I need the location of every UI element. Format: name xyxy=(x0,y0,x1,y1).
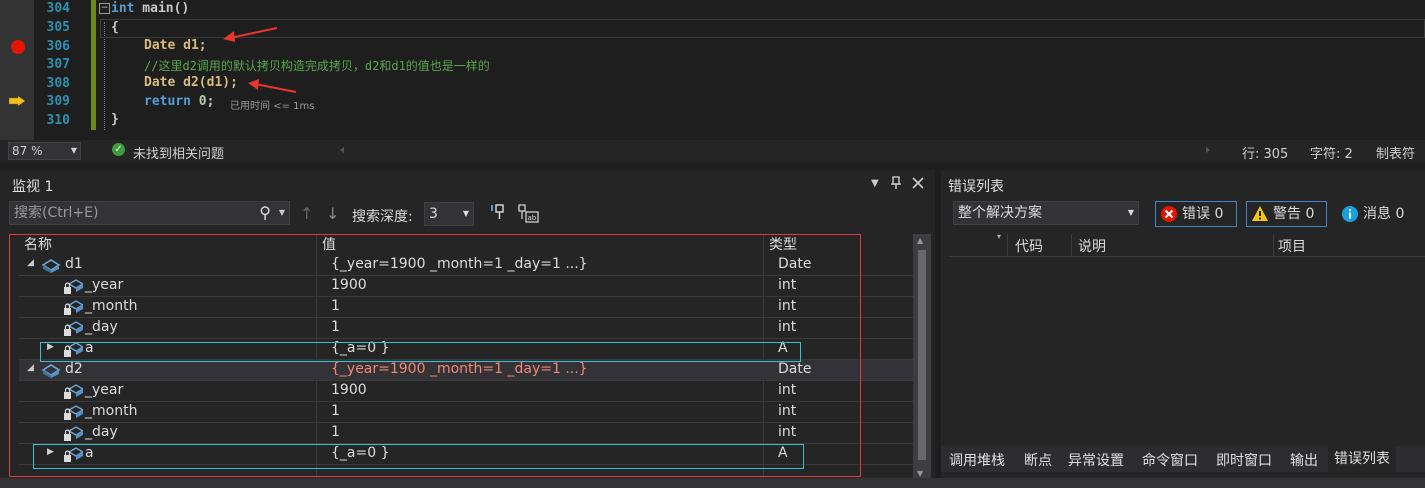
column-header-description[interactable]: 说明 xyxy=(1078,236,1106,256)
sort-icon[interactable]: ▾ xyxy=(997,232,1001,241)
code-text: d2(d1); xyxy=(175,75,238,90)
editor-gutter[interactable] xyxy=(0,0,34,140)
type-name: Date xyxy=(144,38,176,53)
search-previous-icon[interactable]: ↑ xyxy=(300,204,313,223)
annotation-box-cyan xyxy=(40,342,801,362)
error-list-header: ▾ 代码 说明 项目 xyxy=(949,232,1425,257)
line-number: 306 xyxy=(46,39,70,54)
code-line-306[interactable]: Date d1; xyxy=(144,38,207,53)
svg-text:ab: ab xyxy=(528,214,537,222)
search-next-icon[interactable]: ↓ xyxy=(326,204,339,223)
breakpoint-icon[interactable] xyxy=(11,40,25,54)
scope-dropdown[interactable]: 整个解决方案 ▼ xyxy=(953,201,1139,225)
keyword: int xyxy=(111,1,135,16)
line-number: 308 xyxy=(46,76,70,91)
warning-icon xyxy=(1252,206,1268,221)
depth-value: 3 xyxy=(429,206,438,222)
search-depth-dropdown[interactable]: 3 ▼ xyxy=(424,202,474,226)
code-text: ; xyxy=(206,94,215,109)
warnings-count: 警告 0 xyxy=(1273,206,1315,222)
scope-value: 整个解决方案 xyxy=(958,205,1042,221)
annotation-arrow xyxy=(223,27,278,42)
code-line-308[interactable]: Date d2(d1); xyxy=(144,75,238,90)
info-icon xyxy=(1342,206,1358,222)
issues-status[interactable]: 未找到相关问题 xyxy=(133,143,224,162)
column-header-project[interactable]: 项目 xyxy=(1278,236,1306,256)
code-line-304[interactable]: int main() xyxy=(111,1,189,16)
errors-count: 错误 0 xyxy=(1182,206,1224,222)
zoom-value: 87 % xyxy=(12,144,43,158)
chevron-down-icon: ▼ xyxy=(462,209,469,218)
scope-guide-line xyxy=(104,22,106,130)
number: 0 xyxy=(190,94,207,109)
search-icon[interactable]: ⚲ xyxy=(259,202,271,224)
instruction-pointer-icon xyxy=(9,96,25,106)
tool-window-tabs: 调用堆栈 断点 异常设置 命令窗口 即时窗口 输出 错误列表 xyxy=(941,446,1425,472)
scroll-up-icon[interactable]: ▲ xyxy=(917,236,923,245)
search-depth-label: 搜索深度: xyxy=(352,209,413,225)
error-list-panel: 错误列表 整个解决方案 ▼ 错误 0 警告 0 消息 0 ▾ 代码 说明 项目 xyxy=(941,170,1425,488)
tab-call-stack[interactable]: 调用堆栈 xyxy=(949,450,1005,470)
error-icon xyxy=(1161,206,1177,222)
code-text: d1; xyxy=(175,38,207,53)
line-number: 305 xyxy=(46,20,70,35)
indent-mode[interactable]: 制表符 xyxy=(1376,143,1415,162)
cursor-line: 行: 305 xyxy=(1242,147,1289,162)
editor-status-bar: 87 % ▼ ✓ 未找到相关问题 行: 305 字符: 2 制表符 xyxy=(0,140,1425,162)
comment: //这里d2调用的默认拷贝构造完成拷贝，d2和d1的值也是一样的 xyxy=(144,59,490,73)
ide-status-bar xyxy=(0,478,1425,488)
cursor-char: 字符: 2 xyxy=(1310,147,1353,162)
watch-search-input[interactable]: 搜索(Ctrl+E) ⚲ ▼ xyxy=(9,201,290,225)
code-line-307[interactable]: //这里d2调用的默认拷贝构造完成拷贝，d2和d1的值也是一样的 xyxy=(144,57,490,74)
column-header-code[interactable]: 代码 xyxy=(1015,236,1043,256)
search-placeholder: 搜索(Ctrl+E) xyxy=(14,205,99,221)
check-circle-icon: ✓ xyxy=(112,143,125,156)
current-line-highlight xyxy=(100,19,1425,38)
messages-count: 消息 0 xyxy=(1363,206,1405,222)
elapsed-time-hint: 已用时间 <= 1ms xyxy=(230,101,315,112)
chevron-down-icon: ▼ xyxy=(70,146,77,155)
annotation-box-cyan xyxy=(33,444,804,469)
warnings-filter-button[interactable]: 警告 0 xyxy=(1246,201,1327,227)
zoom-dropdown[interactable]: 87 % ▼ xyxy=(8,142,81,160)
code-text: { xyxy=(111,20,119,35)
chevron-down-icon[interactable]: ▼ xyxy=(279,202,285,224)
collapse-toggle-icon[interactable]: − xyxy=(99,3,110,14)
panel-menu-icon[interactable]: ▼ xyxy=(871,178,879,189)
tab-immediate-window[interactable]: 即时窗口 xyxy=(1216,450,1272,470)
code-line-309[interactable]: return 0; xyxy=(144,94,214,109)
chevron-down-icon: ▼ xyxy=(1127,208,1134,217)
horizontal-scrollbar[interactable] xyxy=(340,144,1210,156)
annotation-arrow xyxy=(248,79,297,93)
errors-filter-button[interactable]: 错误 0 xyxy=(1155,201,1237,227)
change-tracking-bar xyxy=(91,0,96,130)
code-text: } xyxy=(111,112,119,127)
code-editor[interactable]: 304 305 306 307 308 309 310 − int main()… xyxy=(0,0,1425,140)
keyword: return xyxy=(144,94,191,109)
code-line-310[interactable]: } xyxy=(111,112,119,127)
line-number: 307 xyxy=(46,57,70,72)
code-line-305[interactable]: { xyxy=(111,20,119,35)
type-name: Date xyxy=(144,75,176,90)
scroll-thumb[interactable] xyxy=(918,250,926,460)
messages-filter-button[interactable]: 消息 0 xyxy=(1336,201,1418,227)
tab-command-window[interactable]: 命令窗口 xyxy=(1142,450,1198,470)
vertical-scrollbar[interactable]: ▲ ▼ xyxy=(913,234,931,480)
pin-to-source-icon[interactable] xyxy=(490,203,508,221)
close-icon[interactable] xyxy=(912,177,924,189)
pin-icon[interactable] xyxy=(890,176,902,190)
view-as-text-icon[interactable]: ab xyxy=(517,203,539,223)
scroll-down-icon[interactable]: ▼ xyxy=(917,469,923,478)
tab-exception-settings[interactable]: 异常设置 xyxy=(1068,450,1124,470)
tab-error-list[interactable]: 错误列表 xyxy=(1328,446,1396,472)
line-number: 304 xyxy=(46,1,70,16)
panel-title: 监视 1 xyxy=(12,179,54,195)
tab-breakpoints[interactable]: 断点 xyxy=(1024,450,1052,470)
tab-output[interactable]: 输出 xyxy=(1290,450,1318,470)
line-number: 309 xyxy=(46,94,70,109)
code-text: main() xyxy=(134,1,190,16)
line-number: 310 xyxy=(46,113,70,128)
panel-title: 错误列表 xyxy=(948,179,1004,195)
